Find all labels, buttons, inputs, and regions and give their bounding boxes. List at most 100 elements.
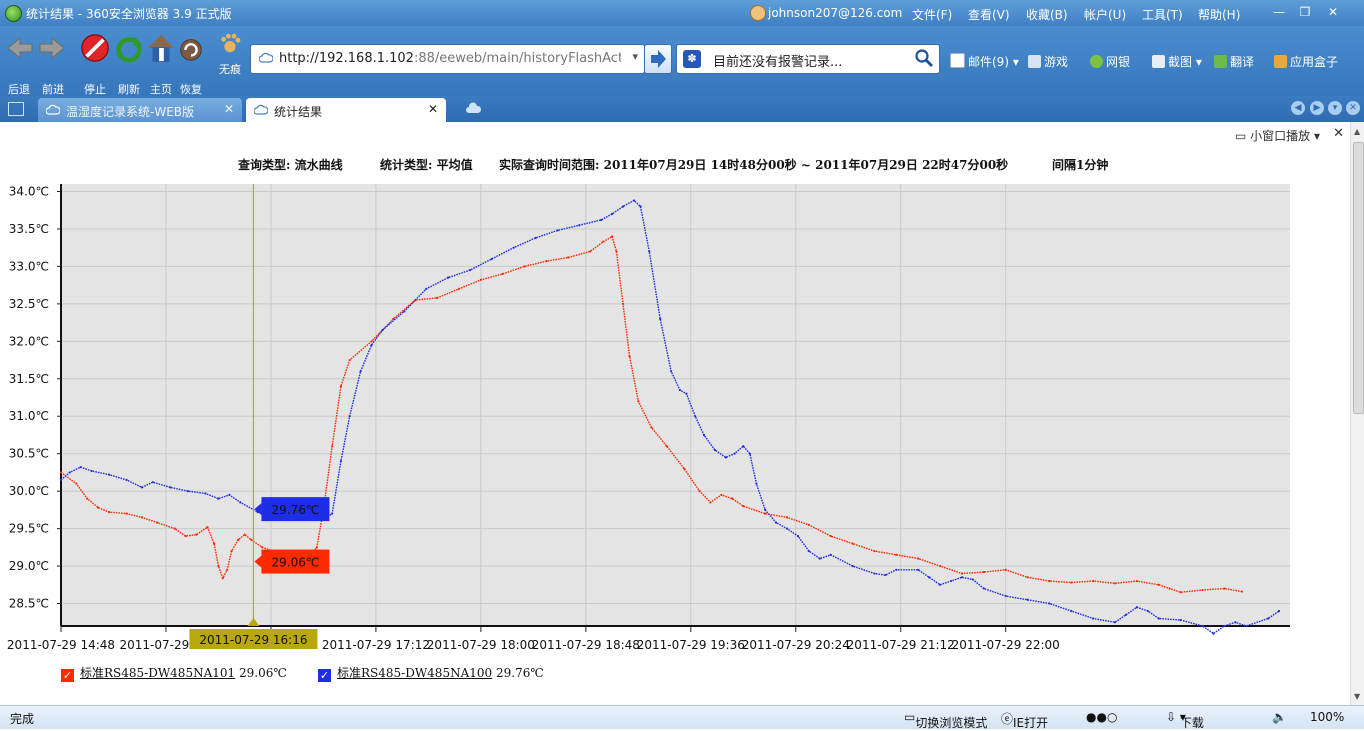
temperature-chart[interactable]: 34.0℃ 33.5℃ 33.0℃ 32.5℃ 32.0℃ 31.5℃ 31.0℃ 30.5℃… bbox=[0, 122, 1350, 662]
legend-series-100[interactable]: ✓ 标准RS485-DW485NA100 29.76℃ bbox=[318, 664, 544, 682]
series-point bbox=[851, 542, 854, 545]
search-icon[interactable] bbox=[915, 49, 933, 67]
tab-temp-humidity-system[interactable]: 温湿度记录系统-WEB版 ✕ bbox=[38, 98, 242, 122]
menu-view[interactable]: 查看(V) bbox=[968, 6, 1026, 23]
series-point bbox=[785, 527, 789, 530]
forward-arrow-icon bbox=[39, 36, 65, 60]
vertical-scrollbar[interactable]: ▲ ▼ bbox=[1350, 122, 1364, 705]
y-tick-label: 33.5℃ bbox=[9, 222, 49, 236]
legend-series-101[interactable]: ✓ 标准RS485-DW485NA101 29.06℃ bbox=[61, 664, 287, 682]
series-point bbox=[610, 212, 614, 216]
series-point bbox=[86, 497, 89, 500]
series-point bbox=[807, 549, 810, 553]
menu-file[interactable]: 文件(F) bbox=[912, 6, 968, 23]
series-point bbox=[230, 549, 233, 553]
menu-account[interactable]: 帐户(U) bbox=[1084, 6, 1142, 23]
stop-button[interactable]: 停止 bbox=[80, 32, 110, 97]
forward-button[interactable]: 前进 bbox=[38, 32, 68, 97]
close-tab-icon[interactable]: ✕ bbox=[224, 102, 234, 116]
scroll-up-icon[interactable]: ▲ bbox=[1354, 127, 1360, 136]
scroll-down-icon[interactable]: ▼ bbox=[1354, 692, 1360, 701]
scroll-tabs-left-icon[interactable]: ◀ bbox=[1291, 101, 1305, 115]
bank-button[interactable]: 网银 bbox=[1090, 53, 1130, 70]
ie-open-button[interactable]: ⓔ IE打开 bbox=[1001, 710, 1048, 730]
user-account[interactable]: johnson207@126.com bbox=[768, 6, 902, 20]
series-point bbox=[1240, 590, 1243, 593]
games-button[interactable]: 游戏 bbox=[1028, 53, 1068, 70]
x-tick-label: 2011-07-29 17:12 bbox=[322, 638, 430, 652]
download-button[interactable]: ⇩ 下载 ▾ bbox=[1166, 710, 1204, 730]
user-avatar-icon[interactable] bbox=[750, 5, 766, 21]
y-tick-label: 30.0℃ bbox=[9, 484, 49, 498]
address-dropdown-icon[interactable]: ▾ bbox=[632, 50, 638, 63]
search-input[interactable]: 目前还没有报警记录... bbox=[713, 51, 842, 70]
search-engine-icon[interactable]: ✽ bbox=[683, 50, 701, 68]
series-point bbox=[713, 448, 716, 452]
scroll-tabs-right-icon[interactable]: ▶ bbox=[1310, 101, 1324, 115]
go-button[interactable] bbox=[644, 44, 672, 74]
home-button[interactable]: 主页 bbox=[146, 32, 176, 97]
series-point bbox=[237, 538, 240, 541]
bank-icon bbox=[1090, 55, 1103, 68]
series-point bbox=[125, 478, 128, 482]
no-trace-button[interactable]: 无痕 bbox=[218, 32, 242, 77]
x-tick-label: 2011-07-29 14:48 bbox=[7, 638, 115, 652]
screenshot-button[interactable]: 截图 ▾ bbox=[1152, 53, 1202, 70]
series-point bbox=[331, 445, 334, 448]
cursor-time-label: 2011-07-29 16:16 bbox=[199, 633, 307, 647]
series-point bbox=[108, 511, 111, 514]
series-point bbox=[169, 486, 172, 489]
series-point bbox=[917, 557, 920, 560]
close-all-tabs-icon[interactable]: ✕ bbox=[1346, 101, 1360, 115]
toggle-switch-icon[interactable]: ●●○ bbox=[1086, 710, 1117, 724]
tab-statistics-result[interactable]: 统计结果 ✕ bbox=[246, 98, 446, 122]
zoom-level[interactable]: 100% bbox=[1310, 710, 1344, 724]
refresh-button[interactable]: 刷新 bbox=[114, 32, 144, 97]
app-box-icon bbox=[1274, 55, 1287, 68]
close-tab-icon[interactable]: ✕ bbox=[428, 102, 438, 116]
switch-mode-button[interactable]: ▭ 切换浏览模式 bbox=[904, 710, 987, 730]
series-point bbox=[698, 490, 701, 493]
scrollbar-thumb[interactable] bbox=[1353, 142, 1364, 414]
series-point bbox=[709, 501, 712, 504]
series-point bbox=[1168, 587, 1171, 590]
mail-icon bbox=[950, 53, 965, 68]
menu-help[interactable]: 帮助(H) bbox=[1198, 6, 1254, 23]
series-point bbox=[939, 583, 942, 586]
x-tick-label: 2011-07-29 22:00 bbox=[952, 638, 1060, 652]
checkbox-series-101[interactable]: ✓ bbox=[61, 669, 74, 682]
new-tab-icon[interactable] bbox=[466, 102, 482, 114]
close-window-button[interactable]: ✕ bbox=[1322, 4, 1344, 20]
back-button[interactable]: 后退 bbox=[4, 32, 34, 97]
menu-favorites[interactable]: 收藏(B) bbox=[1026, 6, 1084, 23]
address-url[interactable]: http://192.168.1.102:88/eeweb/main/histo… bbox=[279, 51, 621, 66]
refresh-icon bbox=[116, 36, 143, 63]
series-point bbox=[742, 505, 745, 508]
series-point bbox=[829, 535, 832, 538]
app-box-button[interactable]: 应用盒子 bbox=[1274, 53, 1338, 70]
series-point bbox=[490, 257, 493, 261]
x-tick-label: 2011-07-29 18:00 bbox=[427, 638, 535, 652]
series-point bbox=[818, 557, 821, 560]
series-point bbox=[1234, 621, 1237, 624]
series-point bbox=[457, 287, 461, 290]
cursor-value-label: 29.76℃ bbox=[272, 503, 320, 517]
minimize-button[interactable]: — bbox=[1268, 4, 1290, 20]
translate-button[interactable]: 翻译 bbox=[1214, 53, 1254, 70]
checkbox-series-100[interactable]: ✓ bbox=[318, 669, 331, 682]
menu-tools[interactable]: 工具(T) bbox=[1142, 6, 1198, 23]
mail-button[interactable]: 邮件(9) ▾ bbox=[950, 53, 1019, 70]
series-point bbox=[1026, 598, 1029, 601]
tab-menu-icon[interactable]: ▾ bbox=[1328, 101, 1342, 115]
volume-icon[interactable]: 🔈 bbox=[1272, 710, 1287, 724]
tab-list-icon[interactable] bbox=[8, 102, 24, 116]
series-point bbox=[195, 533, 198, 536]
series-point bbox=[796, 535, 800, 538]
series-point bbox=[339, 460, 343, 463]
restore-button[interactable]: 恢复 bbox=[176, 32, 206, 97]
maximize-button[interactable]: ❐ bbox=[1294, 4, 1316, 20]
search-box[interactable]: ✽ 目前还没有报警记录... bbox=[676, 44, 940, 74]
address-bar[interactable]: http://192.168.1.102:88/eeweb/main/histo… bbox=[250, 44, 645, 74]
series-point bbox=[873, 549, 876, 553]
x-axis-ticks: 2011-07-29 14:482011-07-29 15:42011-07-2… bbox=[7, 626, 1060, 652]
